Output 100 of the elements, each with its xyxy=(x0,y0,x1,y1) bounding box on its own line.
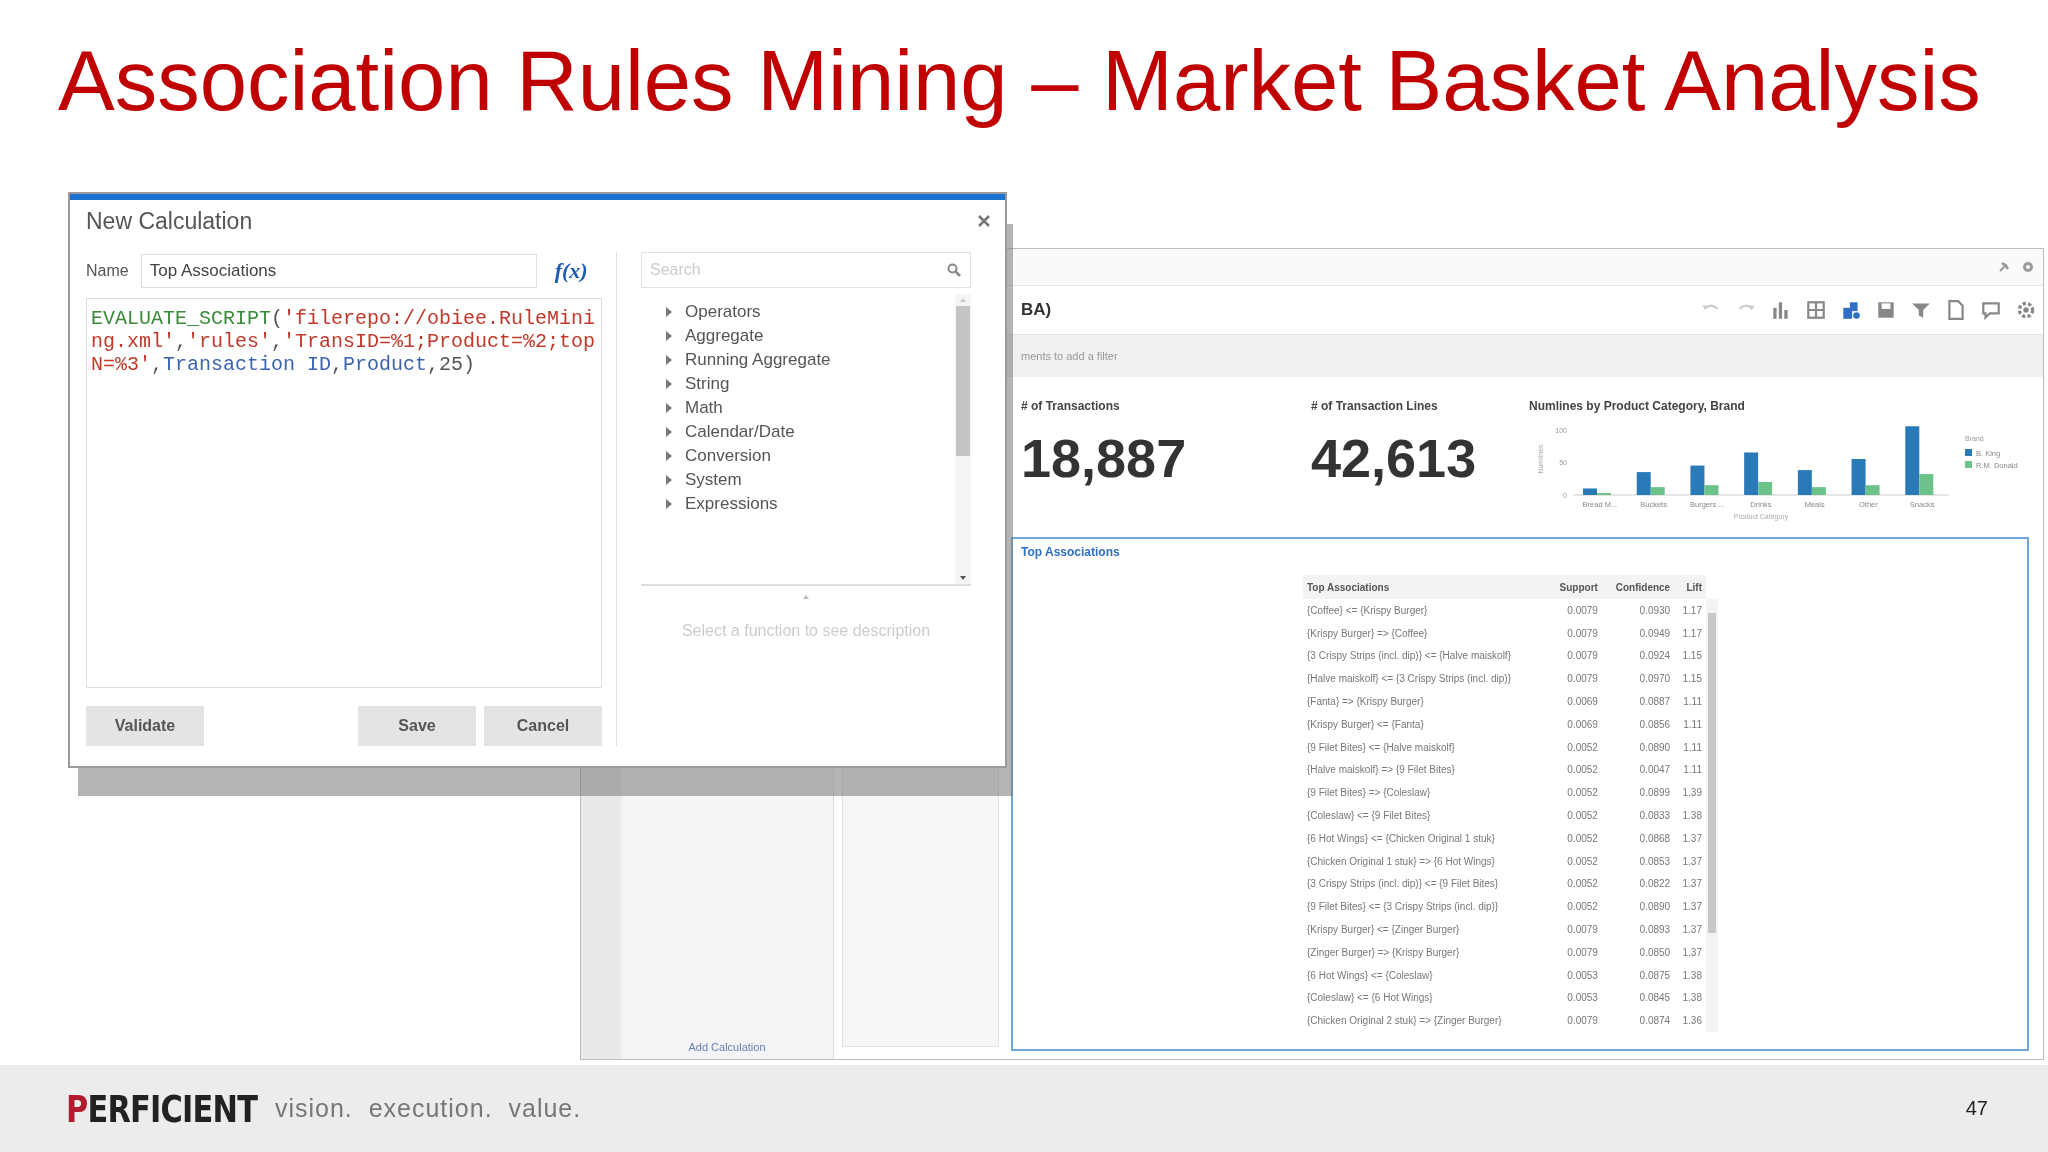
dialog-button[interactable]: Cancel xyxy=(484,706,602,746)
table-cell-text: 1.37 xyxy=(1681,945,1703,960)
save-icon[interactable] xyxy=(1875,299,1897,321)
table-cell-text: 1.38 xyxy=(1681,991,1703,1006)
function-category[interactable]: System xyxy=(685,470,742,490)
expand-icon[interactable] xyxy=(665,330,673,342)
expand-icon[interactable] xyxy=(665,474,673,486)
table-cell-text: 0.0853 xyxy=(1638,854,1672,869)
table-cell: 0.0930 xyxy=(1601,599,1675,622)
table-cell-text: 1.37 xyxy=(1681,923,1703,938)
table-cell-text: 0.0079 xyxy=(1566,923,1599,938)
table-cell-text: {9 Filet Bites} <= {3 Crispy Strips (incl. dip)} xyxy=(1306,900,1500,915)
table-cell-text: {9 Filet Bites} <= {Halve maiskolf} xyxy=(1306,740,1456,755)
table-cell-text: 1.15 xyxy=(1681,649,1703,664)
table-cell-text: 0.0052 xyxy=(1566,900,1599,915)
table-cell-text: 0.0899 xyxy=(1638,786,1672,801)
expand-icon[interactable] xyxy=(665,378,673,390)
table-cell-text: 0.0053 xyxy=(1566,968,1599,983)
code-editor[interactable]: EVALUATE_SCRIPT('filerepo://obiee.RuleMining.xml','rules','TransID=%1;Product=%2;topN=%3',Transaction ID,Product,25) xyxy=(86,298,602,688)
function-category[interactable]: Calendar/Date xyxy=(685,422,795,442)
expand-icon[interactable] xyxy=(665,498,673,510)
table-cell-text: 0.0875 xyxy=(1638,968,1672,983)
gear-icon[interactable] xyxy=(2021,260,2035,274)
table-cell-text: 0.0052 xyxy=(1566,854,1599,869)
function-category[interactable]: Expressions xyxy=(685,494,778,514)
kpi-value: 18,887 xyxy=(1021,427,1188,489)
expand-icon[interactable] xyxy=(665,354,673,366)
table-cell-text: {Coleslaw} <= {6 Hot Wings} xyxy=(1306,991,1434,1006)
table-cell-text: 0.0833 xyxy=(1638,809,1672,824)
table-cell-text: 0.0069 xyxy=(1566,717,1599,732)
function-category[interactable]: Math xyxy=(685,398,723,418)
page-icon[interactable] xyxy=(1945,299,1967,321)
table-cell-text: {9 Filet Bites} => {Coleslaw} xyxy=(1306,786,1432,801)
table-cell-text: 0.0069 xyxy=(1566,695,1599,710)
table-cell-text: {Krispy Burger} <= {Zinger Burger} xyxy=(1306,923,1461,938)
scrollbar[interactable] xyxy=(955,294,971,584)
table-cell-text: 0.0924 xyxy=(1638,649,1672,664)
function-button[interactable]: f(x) xyxy=(554,258,588,284)
table-cell-text: 1.37 xyxy=(1681,877,1703,892)
function-category[interactable]: Operators xyxy=(685,302,761,322)
function-category[interactable]: Aggregate xyxy=(685,326,764,346)
table-cell-text: 0.0874 xyxy=(1638,1014,1672,1029)
table-cell-text: 1.11 xyxy=(1682,717,1703,732)
pin-icon[interactable] xyxy=(1997,260,2011,274)
filter-hint: ments to add a filter xyxy=(1021,350,1118,362)
close-icon[interactable] xyxy=(977,214,991,228)
table-cell-text: 0.0868 xyxy=(1638,831,1672,846)
expand-icon[interactable] xyxy=(665,450,673,462)
table-cell-text: 1.36 xyxy=(1681,1014,1703,1029)
table-cell-text: 0.0079 xyxy=(1566,1014,1599,1029)
table-cell-text: 0.0079 xyxy=(1566,672,1599,687)
table-cell-text: 0.0052 xyxy=(1566,831,1599,846)
field-label: Name xyxy=(86,262,129,280)
table-cell-text: 1.11 xyxy=(1682,695,1703,710)
table-cell-text: 1.38 xyxy=(1681,968,1703,983)
table-cell-text: 0.0893 xyxy=(1638,923,1672,938)
grid-icon[interactable] xyxy=(1805,299,1827,321)
dialog-button[interactable]: Validate xyxy=(86,706,204,746)
name-field[interactable]: Top Associations xyxy=(140,254,537,288)
column-header[interactable]: Support xyxy=(1548,575,1602,599)
function-category[interactable]: Running Aggregate xyxy=(685,350,831,370)
table-cell-text: 0.0079 xyxy=(1566,945,1599,960)
pieces-icon[interactable] xyxy=(1840,299,1862,321)
table-cell-text: 1.17 xyxy=(1681,626,1703,641)
table-cell-text: 0.0047 xyxy=(1638,763,1672,778)
dialog-title: New Calculation xyxy=(86,207,253,235)
add-calculation-link[interactable]: Add Calculation xyxy=(688,1041,766,1053)
column-header[interactable]: Lift xyxy=(1674,575,1706,599)
table-cell-text: 1.11 xyxy=(1682,763,1703,778)
tagline: vision. execution. value. xyxy=(274,1094,582,1123)
table-cell-text: 0.0079 xyxy=(1566,626,1599,641)
dialog-button[interactable]: Save xyxy=(358,706,476,746)
function-category[interactable]: Conversion xyxy=(685,446,771,466)
expand-icon[interactable] xyxy=(665,306,673,318)
expand-icon[interactable] xyxy=(665,426,673,438)
table-cell-text: 0.0845 xyxy=(1638,991,1672,1006)
dashboard-title: BA) xyxy=(1021,300,1052,320)
expand-icon[interactable] xyxy=(665,402,673,414)
logo: PERFICIENT xyxy=(66,1086,258,1131)
table-cell-text: 0.0890 xyxy=(1638,900,1672,915)
comment-icon[interactable] xyxy=(1980,299,2002,321)
search-icon[interactable] xyxy=(947,263,961,277)
kpi-label: # of Transactions xyxy=(1021,399,1121,413)
splitter-handle[interactable] xyxy=(801,594,811,600)
table-cell-text: 0.0079 xyxy=(1566,649,1599,664)
column-header[interactable]: Top Associations xyxy=(1303,575,1549,599)
slide-title: Association Rules Mining – Market Basket Analysis xyxy=(58,32,1982,130)
function-category[interactable]: String xyxy=(685,374,730,394)
table-cell-text: {Chicken Original 2 stuk} => {Zinger Burger} xyxy=(1306,1014,1503,1029)
table-cell-text: {Coleslaw} <= {9 Filet Bites} xyxy=(1306,809,1432,824)
table-cell-text: 0.0052 xyxy=(1566,809,1599,824)
gear-icon[interactable] xyxy=(2015,299,2037,321)
table-cell-text: 0.0052 xyxy=(1566,763,1599,778)
table-cell: 0.0079 xyxy=(1548,599,1602,622)
table-cell-text: 0.0850 xyxy=(1638,945,1672,960)
scrollbar[interactable] xyxy=(1706,599,1718,1033)
column-header[interactable]: Confidence xyxy=(1601,575,1675,599)
chart-title: Numlines by Product Category, Brand xyxy=(1529,399,1746,413)
table-cell-text: {Krispy Burger} => {Coffee} xyxy=(1306,626,1429,641)
table-cell-text: 1.15 xyxy=(1681,672,1703,687)
